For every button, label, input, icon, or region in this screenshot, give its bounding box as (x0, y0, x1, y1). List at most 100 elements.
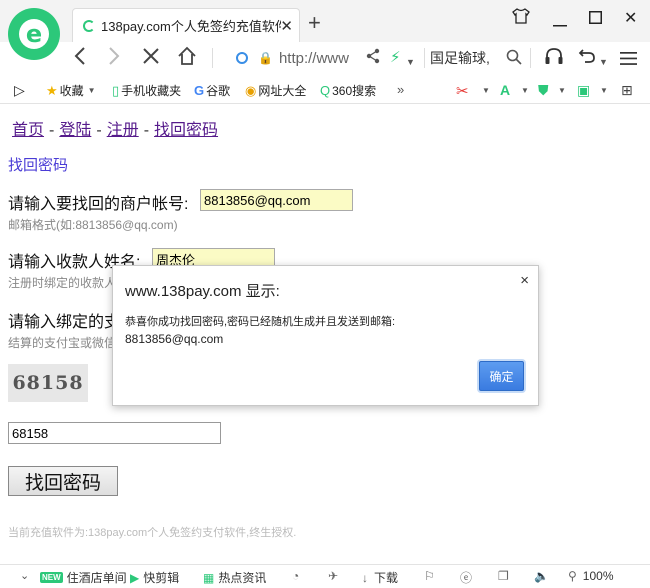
zoom-level: 100% (582, 569, 614, 583)
breadcrumb-recover-link[interactable]: 找回密码 (154, 122, 218, 139)
bookmark-favorites[interactable]: ★ 收藏 ▼ (46, 82, 96, 99)
search-360-icon: Q (320, 83, 331, 98)
breadcrumb-register-link[interactable]: 注册 (107, 122, 139, 139)
status-bar: ⌄ NEW 住酒店单间 ▶ 快剪辑 ▦ 热点资讯 ◔ ✈ ↓ 下载 ⚐ ⓔ ❐ … (0, 564, 650, 588)
flag-icon[interactable]: ⚐ (424, 569, 435, 583)
browser-logo-icon[interactable]: e (8, 8, 60, 60)
dialog-title: www.138pay.com 显示: (125, 283, 280, 300)
google-icon: G (194, 83, 205, 98)
alert-dialog: www.138pay.com 显示: × 恭喜你成功找回密码,密码已经随机生成并… (112, 265, 539, 406)
sidebar-toggle-icon[interactable]: ▷ (14, 82, 25, 99)
chevron-down-icon: ▼ (87, 86, 96, 95)
tab-title: 138pay.com个人免签约充值软件 (101, 19, 281, 34)
dialog-close-icon[interactable]: × (520, 272, 529, 289)
share-icon[interactable] (366, 47, 380, 71)
zoom-control[interactable]: ⚲ 100% (568, 569, 614, 583)
status-item-video-edit[interactable]: ▶ 快剪辑 (130, 569, 179, 586)
captcha-input[interactable] (8, 422, 221, 444)
dialog-ok-button[interactable]: 确定 (479, 361, 524, 391)
divider (424, 48, 425, 68)
bound-account-hint: 结算的支付宝或微信 (8, 336, 117, 350)
footer-note: 当前充值软件为:138pay.com个人免签约支付软件,终生授权. (8, 527, 297, 539)
undo-icon[interactable] (578, 46, 596, 70)
status-item-label: 住酒店单间 (66, 571, 127, 585)
account-input[interactable] (200, 189, 353, 211)
dialog-message-line: 恭喜你成功找回密码,密码已经随机生成并且发送到邮箱: (125, 316, 396, 328)
chevron-down-icon[interactable]: ▼ (521, 86, 529, 95)
status-item-label: 热点资讯 (218, 571, 267, 585)
breadcrumb-separator: - (96, 122, 102, 139)
chevron-down-icon[interactable]: ▼ (482, 86, 490, 95)
bookmark-mobile[interactable]: ▯ 手机收藏夹 (112, 82, 181, 99)
download-icon: ↓ (362, 570, 368, 585)
bookmark-sites[interactable]: ◉ 网址大全 (245, 82, 306, 99)
skin-icon[interactable] (512, 8, 530, 29)
undo-dropdown-icon[interactable]: ▼ (599, 50, 608, 74)
star-icon: ★ (46, 82, 58, 98)
scissors-icon[interactable]: ✂ (456, 82, 469, 100)
menu-icon[interactable] (620, 48, 637, 72)
bookmark-label: 手机收藏夹 (121, 84, 182, 98)
globe-icon: ◉ (245, 82, 257, 98)
lock-icon: 🔒 (258, 51, 273, 65)
status-item-hotel[interactable]: NEW 住酒店单间 (40, 569, 127, 586)
new-tab-icon[interactable]: + (308, 10, 321, 36)
bookmark-google[interactable]: G 谷歌 (194, 82, 230, 99)
ie-icon[interactable]: ⓔ (460, 569, 472, 586)
status-item-label: 快剪辑 (143, 571, 180, 585)
more-bookmarks-icon[interactable]: » (397, 82, 404, 97)
download-label: 下载 (374, 571, 399, 585)
breadcrumb-home-link[interactable]: 首页 (12, 122, 44, 139)
chevron-down-icon[interactable]: ▼ (600, 86, 608, 95)
phone-icon: ▯ (112, 82, 120, 98)
close-window-icon[interactable]: ✕ (624, 8, 637, 28)
maximize-icon[interactable] (589, 11, 602, 29)
dialog-message-email: 8813856@qq.com (125, 332, 224, 346)
stop-icon[interactable] (142, 47, 160, 71)
back-icon[interactable] (74, 46, 86, 72)
tab-close-icon[interactable]: ✕ (280, 17, 293, 35)
window-icon[interactable]: ❐ (498, 569, 509, 583)
browser-tab[interactable]: 138pay.com个人免签约充值软件 ✕ (72, 8, 300, 42)
breadcrumb-login-link[interactable]: 登陆 (59, 122, 91, 139)
pin-icon[interactable]: ✈ (328, 569, 338, 583)
section-title: 找回密码 (8, 157, 69, 174)
game-icon[interactable]: ▣ (577, 82, 590, 99)
translate-icon[interactable]: A (500, 82, 510, 98)
dialog-message: 恭喜你成功找回密码,密码已经随机生成并且发送到邮箱: 8813856@qq.co… (125, 314, 505, 348)
bookmark-label: 收藏 (59, 84, 84, 98)
apps-grid-icon[interactable]: ⊞ (621, 82, 633, 99)
lightning-icon[interactable]: ⚡ (390, 46, 401, 70)
play-icon: ▶ (130, 570, 140, 585)
bookmark-360search[interactable]: Q 360搜索 (320, 82, 376, 99)
chevron-down-icon[interactable]: ▼ (558, 86, 566, 95)
volume-icon[interactable]: 🔈 (534, 569, 549, 583)
search-icon[interactable] (506, 47, 522, 71)
loading-spinner-icon (83, 19, 95, 32)
security-status-icon (236, 52, 248, 64)
chevron-down-icon[interactable]: ⌄ (20, 569, 29, 582)
headphones-icon[interactable] (544, 47, 564, 71)
bound-account-label: 请输入绑定的支 (8, 314, 121, 331)
account-hint: 邮箱格式(如:8813856@qq.com) (8, 218, 178, 232)
divider (212, 48, 213, 68)
speed-icon[interactable]: ◔ (292, 569, 299, 583)
home-icon[interactable] (177, 46, 197, 72)
shield-icon[interactable]: ⛊ (538, 82, 549, 99)
breadcrumb: 首页 - 登陆 - 注册 - 找回密码 (12, 116, 218, 140)
bookmark-label: 网址大全 (258, 84, 307, 98)
bookmark-label: 谷歌 (206, 84, 231, 98)
forward-icon[interactable] (108, 46, 120, 72)
status-item-news[interactable]: ▦ 热点资讯 (203, 569, 266, 586)
captcha-text: 68158 (12, 372, 84, 394)
chevron-down-icon[interactable]: ▼ (406, 50, 415, 74)
address-bar[interactable]: 🔒 http://www (236, 46, 414, 70)
breadcrumb-separator: - (143, 122, 150, 139)
minimize-icon[interactable] (553, 14, 567, 32)
search-text: 国足输球, (430, 50, 490, 66)
download-button[interactable]: ↓ 下载 (362, 569, 398, 586)
bookmarks-bar: ▷ ★ 收藏 ▼ ▯ 手机收藏夹 G 谷歌 ◉ 网址大全 Q 360搜索 » ✂… (0, 76, 650, 104)
divider (530, 48, 531, 68)
captcha-image[interactable]: 68158 (8, 364, 88, 402)
recover-password-button[interactable]: 找回密码 (8, 466, 118, 496)
